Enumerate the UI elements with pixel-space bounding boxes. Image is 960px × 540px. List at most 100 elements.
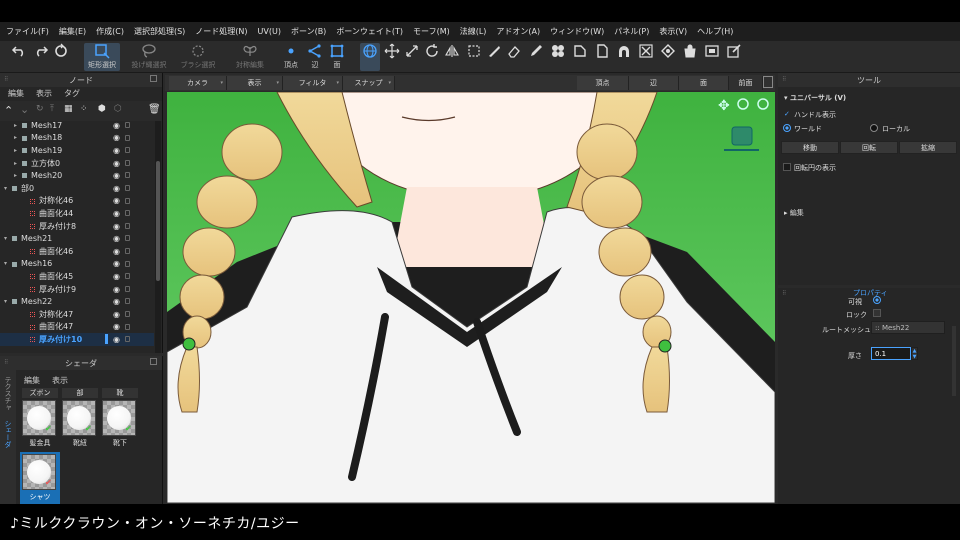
viewport-tab-snap[interactable]: スナップ ▾ [343,76,395,90]
chevron-down-icon[interactable]: ▾ [4,235,7,242]
rect-select-button[interactable]: 矩形選択 [84,43,120,71]
node-tree-row[interactable]: 曲面化45 ◉ [0,270,154,283]
bag-tool-button[interactable] [682,43,698,71]
lock-icon[interactable] [125,197,130,204]
menu-help[interactable]: ヘルプ(H) [697,26,733,37]
node-tree-row[interactable]: ▸ Mesh19 ◉ [0,144,154,157]
delete-tool-button[interactable] [638,43,654,71]
node-tree-row[interactable]: 厚み付け10 ◉ [0,333,154,346]
scale-button[interactable]: 拡縮 [899,141,957,154]
menu-node[interactable]: ノード処理(N) [195,26,247,37]
lock-icon[interactable] [125,210,130,217]
viewport-menu-icon[interactable] [763,76,773,88]
lock-checkbox[interactable] [873,309,881,317]
viewport-mode-vertex[interactable]: 頂点 [577,76,629,90]
node-tree-row[interactable]: 厚み付け8 ◉ [0,220,154,233]
eye-icon[interactable]: ◉ [113,247,120,256]
thickness-stepper[interactable]: ▲ ▼ [911,347,918,360]
shader-tab-edit[interactable]: 編集 [24,375,40,386]
menu-panel[interactable]: パネル(P) [614,26,649,37]
menu-bone-weight[interactable]: ボーンウェイト(T) [336,26,403,37]
local-radio[interactable] [870,124,878,132]
lock-icon[interactable] [125,248,130,254]
eye-icon[interactable]: ◉ [113,159,120,168]
lock-icon[interactable] [125,222,130,229]
node-tree-row[interactable]: 厚み付け9 ◉ [0,283,154,296]
node-tree-row[interactable]: 対称化46 ◉ [0,195,154,208]
lock-icon[interactable] [125,159,130,166]
node-tree-row[interactable]: ▸ Mesh18 ◉ [0,132,154,145]
vertex-mode-button[interactable]: 頂点 [282,43,300,71]
chevron-right-icon[interactable]: ▸ [14,147,17,154]
node-tree-row[interactable]: ▸ Mesh17 ◉ [0,121,154,132]
pen-tool-button[interactable] [528,43,544,71]
crop-tool-button[interactable] [466,43,482,71]
lock-icon[interactable] [125,122,130,128]
collapse-up-icon[interactable]: ⌃ [4,104,13,117]
expand-down-icon[interactable]: ⌄ [20,103,29,116]
chevron-down-icon[interactable]: ▾ [4,185,7,192]
universal-section-title[interactable]: ▾ ユニバーサル (V) [784,93,846,103]
eye-icon[interactable]: ◉ [113,297,120,306]
cube-outline-icon[interactable]: ⬡ [114,104,122,114]
split-tool-button[interactable] [550,43,566,71]
menu-edit[interactable]: 編集(E) [59,26,86,37]
property-scrollbar[interactable] [952,326,956,396]
node-tree-row[interactable]: ▸ Mesh20 ◉ [0,169,154,182]
handle-display-label[interactable]: ハンドル表示 [794,110,836,120]
node-tree-row[interactable]: ▾ Mesh16 ◉ [0,258,154,271]
rotate-button[interactable]: 回転 [840,141,898,154]
brush-select-button[interactable]: ブラシ選択 [178,43,218,71]
face-mode-button[interactable]: 面 [328,43,346,71]
uv-tool-button[interactable] [704,43,720,71]
menu-file[interactable]: ファイル(F) [6,26,49,37]
3d-viewport[interactable]: ✥ [167,92,775,503]
root-mesh-field[interactable]: :: Mesh22 [871,321,945,334]
rotation-circle-checkbox[interactable] [783,163,791,171]
node-tab-edit[interactable]: 編集 [8,88,24,99]
eraser-tool-button[interactable] [506,43,522,71]
menu-view[interactable]: 表示(V) [659,26,687,37]
lasso-select-button[interactable]: 投げ縄選択 [128,43,170,71]
chevron-down-icon[interactable]: ▾ [4,298,7,305]
eye-icon[interactable]: ◉ [113,234,120,243]
eye-icon[interactable]: ◉ [113,196,120,205]
view-cube-icon[interactable] [731,126,753,146]
shader-tab-view[interactable]: 表示 [52,375,68,386]
doc-tool-button[interactable] [594,43,610,71]
chevron-right-icon[interactable]: ▸ [14,172,17,179]
chevron-down-icon[interactable]: ▾ [4,260,7,267]
eye-icon[interactable]: ◉ [113,259,120,268]
node-tree-row[interactable]: ▸ 立方体0 ◉ [0,157,154,170]
lock-icon[interactable] [125,336,130,343]
world-tool-button[interactable] [360,43,380,71]
menu-addon[interactable]: アドオン(A) [496,26,540,37]
eye-icon[interactable]: ◉ [113,133,120,142]
node-tree-row[interactable]: ▾ Mesh22 ◉ [0,295,154,308]
lock-icon[interactable] [125,323,130,330]
eye-icon[interactable]: ◉ [113,222,120,231]
node-tree-row[interactable]: 対称化47 ◉ [0,308,154,321]
eye-icon[interactable]: ◉ [113,184,120,193]
group-icon[interactable]: ▦ [64,104,73,114]
drag-grip-icon[interactable]: ⠿ [4,359,8,366]
refresh-icon[interactable]: ↻ [36,104,44,114]
world-radio[interactable] [783,124,791,132]
vtab-shader[interactable]: シェーダ [3,420,13,448]
eye-icon[interactable]: ◉ [113,310,120,319]
panel-menu-icon[interactable] [150,75,157,82]
panel-menu-icon[interactable] [150,358,157,365]
knife-tool-button[interactable] [486,43,502,71]
viewport-tab-camera[interactable]: カメラ ▾ [169,76,227,90]
menu-uv[interactable]: UV(U) [258,27,281,36]
eye-icon[interactable]: ◉ [113,121,120,130]
node-scrollbar[interactable] [155,121,161,353]
node-tab-view[interactable]: 表示 [36,88,52,99]
merge-icon[interactable]: ⤒ [50,104,54,114]
menu-selection[interactable]: 選択部処理(S) [134,26,185,37]
eye-icon[interactable]: ◉ [113,322,120,331]
scale-tool-button[interactable] [404,43,420,71]
viewport-tab-filter[interactable]: フィルタ ▾ [283,76,343,90]
shader-item-shoelace[interactable]: ✔ 靴紐 [62,400,98,448]
grid-dots-icon[interactable]: ⁘ [80,104,88,114]
